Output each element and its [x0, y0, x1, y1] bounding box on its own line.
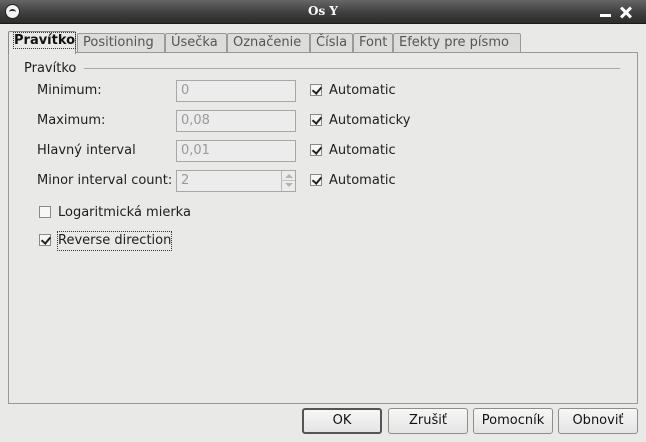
tab-oznacenie[interactable]: Označenie: [227, 33, 310, 53]
group-separator: [84, 68, 620, 69]
tab-font[interactable]: Font: [353, 33, 393, 53]
reset-button[interactable]: Obnoviť: [558, 408, 638, 434]
minor-count-value: 2: [181, 173, 190, 188]
reverse-direction-label: Reverse direction: [56, 231, 173, 251]
cancel-button[interactable]: Zrušiť: [388, 408, 468, 434]
maximum-auto-label: Automaticky: [329, 113, 411, 128]
checkbox-check-icon: [39, 234, 51, 246]
tab-usecka[interactable]: Úsečka: [165, 33, 227, 53]
tab-efekty[interactable]: Efekty pre písmo: [393, 33, 521, 53]
spin-down-icon[interactable]: [281, 181, 295, 191]
minimum-label: Minimum:: [37, 83, 102, 98]
checkbox-check-icon: [310, 114, 322, 126]
checkbox-check-icon: [310, 84, 322, 96]
tab-positioning[interactable]: Positioning: [77, 33, 165, 53]
major-interval-field[interactable]: 0,01: [176, 140, 296, 162]
major-interval-auto-label: Automatic: [329, 143, 396, 158]
logarithmic-label: Logaritmická mierka: [58, 205, 191, 220]
tab-pravitko-label: Pravítko: [12, 32, 77, 49]
help-button[interactable]: Pomocník: [473, 408, 553, 434]
minor-count-stepper[interactable]: 2: [176, 170, 296, 192]
spin-up-icon[interactable]: [281, 171, 295, 181]
window-title: Os Y: [308, 4, 338, 18]
title-bar[interactable]: Os Y: [0, 0, 646, 24]
checkbox-empty-icon: [39, 206, 51, 218]
close-icon[interactable]: [617, 3, 635, 21]
maximum-label: Maximum:: [37, 113, 106, 128]
major-interval-label: Hlavný interval: [37, 143, 136, 158]
group-title: Pravítko: [24, 61, 77, 76]
minor-count-auto-label: Automatic: [329, 173, 396, 188]
tab-panel: [8, 52, 638, 404]
minimum-field[interactable]: 0: [176, 80, 296, 102]
checkbox-check-icon: [310, 144, 322, 156]
maximum-field[interactable]: 0,08: [176, 110, 296, 132]
ok-button[interactable]: OK: [302, 408, 382, 434]
minor-count-label: Minor interval count:: [37, 173, 173, 188]
tab-cisla[interactable]: Čísla: [310, 33, 353, 53]
minimize-icon[interactable]: [597, 3, 615, 21]
tab-pravitko[interactable]: Pravítko: [8, 31, 77, 54]
dialog-window: Os Y Pravítko Positioning Úsečka Označen…: [0, 0, 646, 442]
minimum-auto-label: Automatic: [329, 83, 396, 98]
checkbox-check-icon: [310, 174, 322, 186]
